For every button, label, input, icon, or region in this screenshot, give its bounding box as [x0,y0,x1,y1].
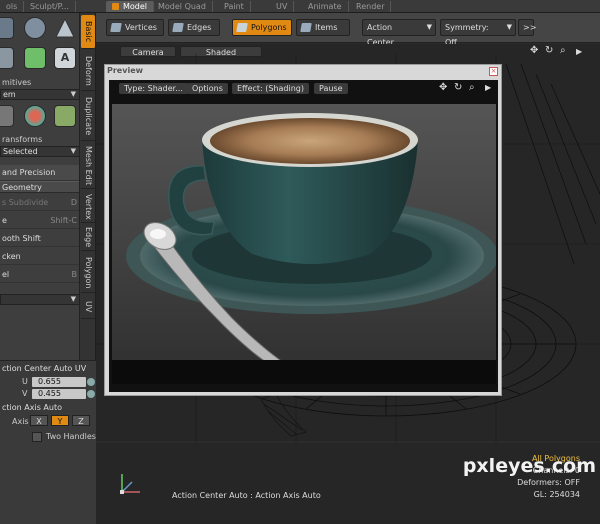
vertices-button[interactable]: Vertices [106,19,164,36]
rotate-icon[interactable]: ↻ [454,82,462,93]
zoom-icon[interactable]: ⌕ [469,82,475,93]
two-handles-checkbox[interactable] [32,432,42,442]
spoon-highlight [150,229,166,239]
watermark-logo: pxleyes.com [462,455,596,477]
action-center-uv-title: ction Center Auto UV [2,364,87,373]
status-gl-count: GL: 254034 [533,490,580,499]
action-axis-title: ction Axis Auto [2,403,62,412]
axis-y-button[interactable]: Y [51,415,69,426]
polygons-icon [236,23,248,32]
bevel-button[interactable]: el B [0,267,79,283]
chevron-down-icon: ▼ [70,295,76,303]
rotate-tool-icon[interactable] [24,105,46,127]
chevron-down-icon: ▼ [426,23,432,31]
vtab-duplicate[interactable]: Duplicate [81,93,95,141]
coffee-surface [210,118,410,164]
preview-effect-button[interactable]: Effect: (Shading) [232,83,310,94]
sphere-icon[interactable] [0,17,14,39]
more-options-button[interactable]: >> [518,19,536,36]
smooth-shift-button[interactable]: ooth Shift [0,231,79,247]
active-tab-indicator-icon [112,3,119,10]
v-value-field[interactable]: 0.455 [32,389,86,399]
items-button[interactable]: Items [296,19,350,36]
vtab-polygon[interactable]: Polygon [81,253,95,293]
vertices-icon [110,23,122,32]
selection-toolbar: Vertices Edges Polygons Items Action Cen… [96,13,600,47]
symmetry-dropdown[interactable]: Symmetry: Off ▼ [440,19,516,47]
action-center-dropdown[interactable]: Action Center ▼ [362,19,436,47]
tab-animate[interactable]: Animate [302,1,349,12]
vtab-vertex[interactable]: Vertex [81,191,95,223]
close-icon[interactable]: × [489,67,498,76]
workspace-tab-strip: ols Sculpt/P... Model Model Quad Paint U… [0,0,600,13]
transforms-label: ransforms [2,135,43,144]
edges-icon [172,23,184,32]
text-tool-icon[interactable]: A [54,47,76,69]
u-link-icon[interactable] [87,378,95,386]
primitive-icons-row-2: A [0,45,79,73]
precision-button[interactable]: and Precision [0,165,79,181]
axis-gizmo-icon [120,474,140,494]
subdivide-button[interactable]: s Subdivide D [0,195,79,211]
geometry-header: Geometry [0,181,79,193]
selected-dropdown[interactable]: Selected ▼ [0,146,79,157]
u-label: U [22,377,28,386]
items-icon [300,23,312,32]
preview-content: Type: Shader... Options Effect: (Shading… [109,80,498,392]
scale-tool-icon[interactable] [54,105,76,127]
vtab-deform[interactable]: Deform [81,51,95,91]
cylinder-icon[interactable] [24,17,46,39]
move-tool-icon[interactable] [0,105,14,127]
thicken-button[interactable]: cken [0,249,79,265]
two-handles-label: Two Handles [46,432,96,441]
tab-model[interactable]: Model [106,1,155,12]
item-dropdown[interactable]: em ▼ [0,89,79,100]
vtab-basic[interactable]: Basic [81,15,95,49]
pen-icon[interactable] [24,47,46,69]
u-value-field[interactable]: 0.655 [32,377,86,387]
tab-render[interactable]: Render [350,1,392,12]
menu-arrow-icon[interactable]: ▶ [485,83,491,92]
tool-properties-panel: ction Center Auto UV U 0.655 V 0.455 cti… [0,360,96,524]
chevron-down-icon: ▼ [70,90,76,98]
move-icon[interactable]: ✥ [439,82,447,93]
preview-options-button[interactable]: Options [187,83,228,94]
axis-label: Axis [12,417,29,426]
axis-z-button[interactable]: Z [72,415,90,426]
tab-uv[interactable]: UV [270,1,295,12]
preview-window[interactable]: Preview × Type: Shader... Options Effect… [104,64,502,396]
vtab-mesh-edit[interactable]: Mesh Edit [81,143,95,189]
edges-button[interactable]: Edges [168,19,220,36]
tab-sculpt-paint[interactable]: Sculpt/P... [24,1,76,12]
primitive-icons-row [0,15,79,43]
v-link-icon[interactable] [87,390,95,398]
transform-icons-row [0,103,79,131]
status-deformers: Deformers: OFF [517,478,580,487]
shift-c-tool-button[interactable]: e Shift-C [0,213,79,229]
v-label: V [22,389,28,398]
chevron-down-icon: ▼ [70,147,76,155]
polygons-button[interactable]: Polygons [232,19,292,36]
preview-pause-button[interactable]: Pause [314,83,348,94]
cone-icon[interactable] [54,17,76,39]
vtab-edge[interactable]: Edge [81,225,95,251]
coffee-cup-render [126,113,496,367]
empty-dropdown[interactable]: ▼ [0,294,79,305]
vtab-uv[interactable]: UV [81,295,95,319]
preview-type-button[interactable]: Type: Shader... [119,83,188,94]
chevron-down-icon: ▼ [506,23,512,31]
tab-tools[interactable]: ols [0,1,25,12]
tab-paint[interactable]: Paint [218,1,251,12]
render-preview-image [112,104,496,384]
action-center-status-label: Action Center Auto : Action Axis Auto [172,491,321,500]
primitives-label: mitives [2,78,32,87]
torus-icon[interactable] [0,47,14,69]
render-progress-area [112,360,496,384]
tab-model-quad[interactable]: Model Quad [152,1,213,12]
axis-x-button[interactable]: X [30,415,48,426]
preview-title: Preview [107,66,144,75]
